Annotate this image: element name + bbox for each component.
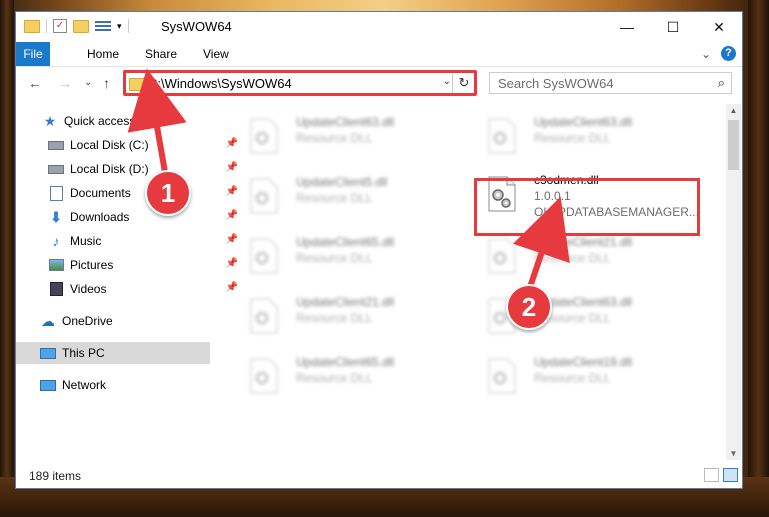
step-badge-1: 1 [145,170,191,216]
annotation-arrows [127,68,570,297]
arrow-to-address-bar [127,68,187,179]
step-badge-2: 2 [506,284,552,330]
